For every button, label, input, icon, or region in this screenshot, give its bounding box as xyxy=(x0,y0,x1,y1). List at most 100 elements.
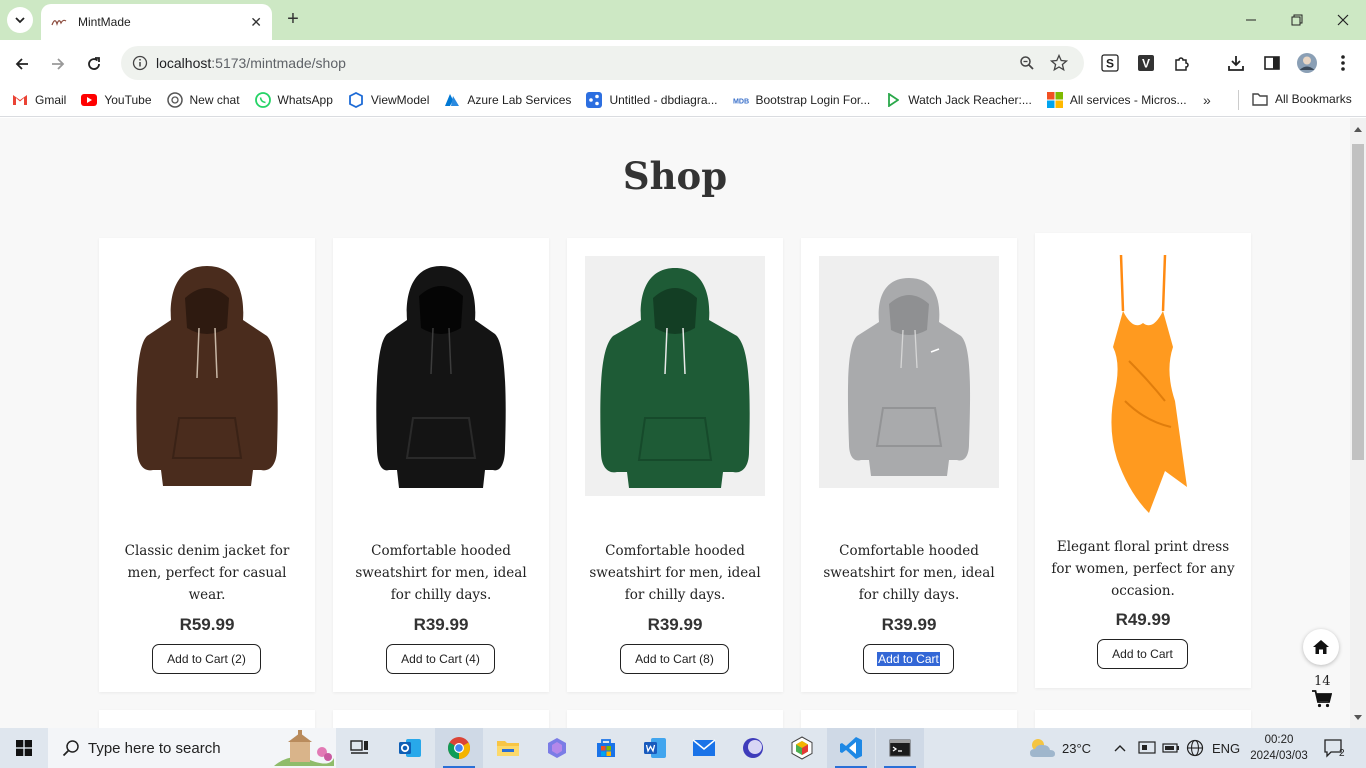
close-tab-icon[interactable]: ✕ xyxy=(250,14,262,31)
weather-cloud-icon xyxy=(1030,739,1055,757)
side-panel-button[interactable] xyxy=(1260,51,1284,75)
arrow-left-icon xyxy=(15,58,28,70)
microsoft-icon xyxy=(1046,92,1063,108)
tray-language[interactable]: ENG xyxy=(1212,728,1240,768)
home-icon xyxy=(1313,640,1329,654)
taskbar-search-box[interactable]: Type here to search xyxy=(48,728,336,768)
tray-meet-now[interactable] xyxy=(1138,728,1156,768)
scrollbar-thumb[interactable] xyxy=(1352,144,1364,460)
product-card: Comfortable hooded sweatshirt for men, i… xyxy=(333,238,549,692)
taskbar-vscode[interactable] xyxy=(827,728,875,768)
clock-date: 2024/03/03 xyxy=(1250,750,1308,762)
task-view-button[interactable] xyxy=(336,728,384,768)
add-to-cart-button[interactable]: Add to Cart (4) xyxy=(386,644,495,674)
url-text[interactable]: localhost:5173/mintmade/shop xyxy=(156,55,346,71)
taskbar-mail[interactable] xyxy=(680,728,728,768)
tab-strip: MintMade ✕ + xyxy=(0,0,1366,40)
bookmark-label: ViewModel xyxy=(370,93,430,107)
cart-count-badge: 14 xyxy=(1314,674,1331,689)
add-to-cart-button[interactable]: Add to Cart xyxy=(863,644,954,674)
scroll-up-icon[interactable] xyxy=(1354,126,1362,132)
taskbar-copilot[interactable] xyxy=(533,728,581,768)
black-hoodie-image xyxy=(376,266,506,488)
s-extension-icon: S xyxy=(1101,54,1119,72)
copilot-icon xyxy=(548,738,566,758)
site-info-icon[interactable] xyxy=(132,55,148,71)
bookmark-viewmodel[interactable]: ViewModel xyxy=(348,92,429,108)
page-title: Shop xyxy=(622,154,728,198)
cart-icon xyxy=(1312,690,1333,708)
taskbar-clock[interactable]: 00:20 2024/03/03 xyxy=(1244,732,1314,764)
browser-menu-button[interactable] xyxy=(1331,51,1355,75)
tab-search-button[interactable] xyxy=(7,7,33,33)
more-bookmarks-icon[interactable]: » xyxy=(1203,92,1211,108)
bookmark-gmail[interactable]: Gmail xyxy=(12,92,66,108)
bookmark-label: Azure Lab Services xyxy=(467,93,572,107)
chatgpt-icon xyxy=(166,92,183,108)
bookmark-star-icon[interactable] xyxy=(1050,54,1068,72)
product-card xyxy=(567,710,783,728)
product-card: Classic denim jacket for men, perfect fo… xyxy=(99,238,315,692)
add-to-cart-button[interactable]: Add to Cart xyxy=(1097,639,1188,669)
brown-hoodie-image xyxy=(136,266,278,486)
bookmark-whatsapp[interactable]: WhatsApp xyxy=(254,92,333,108)
home-button[interactable] xyxy=(1303,629,1339,665)
bookmark-divider xyxy=(1238,90,1239,110)
taskbar-ms-store[interactable] xyxy=(582,728,630,768)
cart-button[interactable] xyxy=(1312,690,1333,708)
notifications-button[interactable]: 2 xyxy=(1323,728,1345,768)
bookmark-dbdiagram[interactable]: Untitled - dbdiagra... xyxy=(586,92,718,108)
address-bar[interactable]: localhost:5173/mintmade/shop xyxy=(121,46,1084,80)
taskbar-terminal[interactable] xyxy=(876,728,924,768)
orange-dress-image xyxy=(1111,254,1187,513)
extension-v-button[interactable]: V xyxy=(1134,51,1158,75)
bookmark-jack-reacher[interactable]: Watch Jack Reacher:... xyxy=(885,92,1032,108)
terminal-icon xyxy=(889,739,911,757)
chevron-up-icon xyxy=(1114,745,1126,752)
minimize-button[interactable] xyxy=(1228,0,1274,40)
active-tab[interactable]: MintMade ✕ xyxy=(41,4,272,40)
bookmark-youtube[interactable]: YouTube xyxy=(81,92,152,108)
taskbar-chrome[interactable] xyxy=(435,728,483,768)
taskbar-file-explorer[interactable] xyxy=(484,728,532,768)
tray-network[interactable] xyxy=(1186,728,1204,768)
bookmark-bootstrap-login[interactable]: MDB Bootstrap Login For... xyxy=(733,92,871,108)
taskbar-hex-app[interactable] xyxy=(778,728,826,768)
minimize-icon xyxy=(1246,19,1256,21)
mail-icon xyxy=(692,739,716,756)
notification-count: 2 xyxy=(1339,747,1345,759)
url-host: localhost xyxy=(156,55,212,71)
start-button[interactable] xyxy=(0,728,48,768)
taskbar-outlook[interactable] xyxy=(386,728,434,768)
reload-button[interactable] xyxy=(80,50,108,78)
forward-button[interactable] xyxy=(44,50,72,78)
zoom-icon[interactable] xyxy=(1018,54,1036,72)
extension-s-button[interactable]: S xyxy=(1098,51,1122,75)
taskbar-word[interactable] xyxy=(631,728,679,768)
product-card xyxy=(1035,710,1251,728)
puzzle-icon xyxy=(1175,57,1189,71)
add-to-cart-button[interactable]: Add to Cart (8) xyxy=(620,644,729,674)
new-tab-button[interactable]: + xyxy=(282,8,304,30)
all-bookmarks-button[interactable]: All Bookmarks xyxy=(1252,92,1352,106)
bookmark-microsoft-services[interactable]: All services - Micros... xyxy=(1046,92,1187,108)
back-button[interactable] xyxy=(8,50,36,78)
scroll-down-icon[interactable] xyxy=(1354,715,1362,721)
downloads-button[interactable] xyxy=(1224,51,1248,75)
extensions-button[interactable] xyxy=(1170,51,1194,75)
close-window-button[interactable] xyxy=(1320,0,1366,40)
bookmark-azure-lab[interactable]: Azure Lab Services xyxy=(444,92,571,108)
taskbar-eclipse[interactable] xyxy=(729,728,777,768)
product-price: R59.99 xyxy=(179,615,235,634)
vertical-scrollbar[interactable] xyxy=(1350,118,1366,728)
tray-battery[interactable] xyxy=(1162,728,1180,768)
product-description: Classic denim jacket for men, perfect fo… xyxy=(124,543,290,603)
show-hidden-icons-button[interactable] xyxy=(1114,728,1126,768)
add-to-cart-button[interactable]: Add to Cart (2) xyxy=(152,644,261,674)
whatsapp-icon xyxy=(254,92,271,108)
weather-widget[interactable]: 23°C xyxy=(1028,728,1091,768)
profile-button[interactable] xyxy=(1295,51,1319,75)
product-description: Elegant floral print dress for women, pe… xyxy=(1051,539,1235,599)
bookmark-new-chat[interactable]: New chat xyxy=(166,92,240,108)
restore-button[interactable] xyxy=(1274,0,1320,40)
